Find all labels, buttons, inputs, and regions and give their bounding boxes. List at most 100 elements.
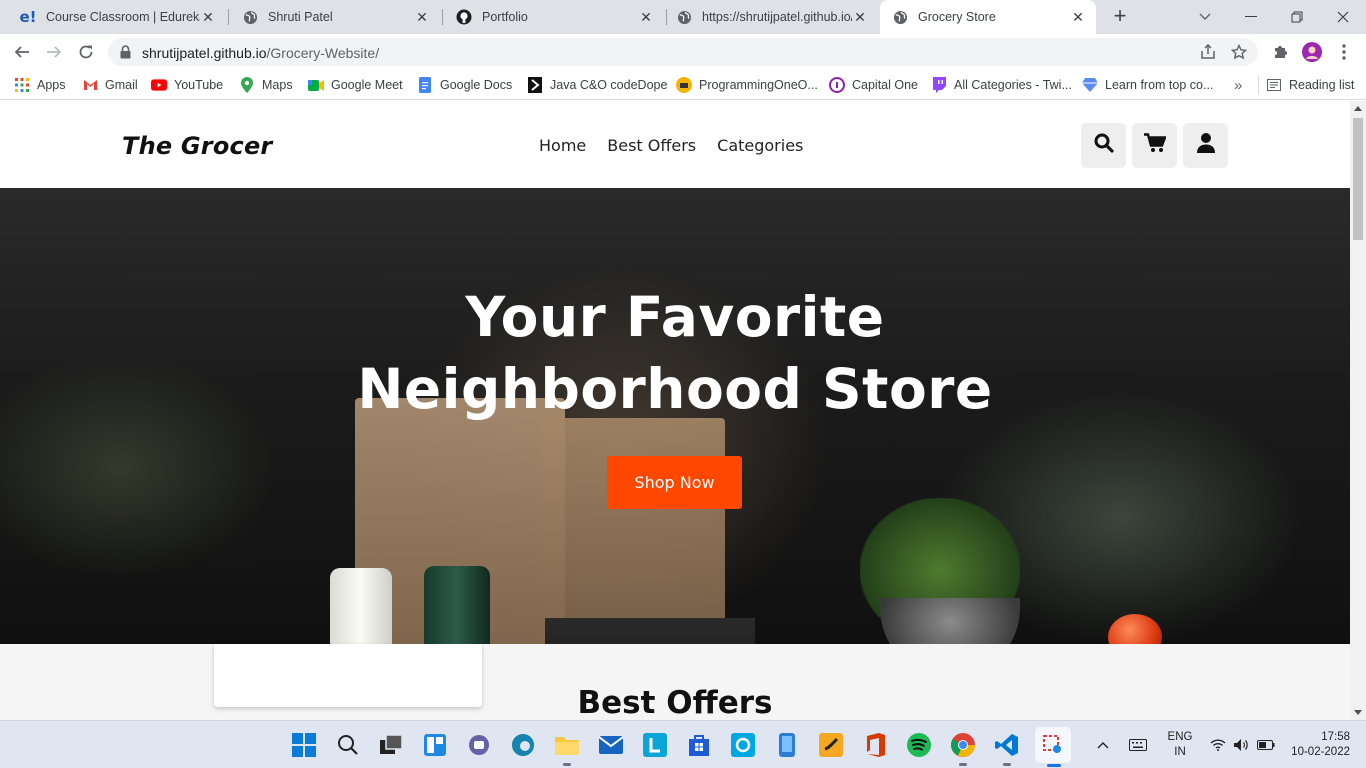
tab-title: Course Classroom | Edureka [46,10,200,24]
gmail-icon [82,77,98,93]
nav-home[interactable]: Home [539,136,586,155]
bookmark-capital-one[interactable]: Capital One [829,75,918,95]
bookmark-label: Capital One [852,78,919,92]
bookmark-youtube[interactable]: YouTube [151,75,223,95]
chrome-icon[interactable] [949,731,977,766]
close-tab-icon[interactable]: ✕ [200,9,216,25]
task-view-icon[interactable] [377,731,405,759]
tab-shruti-patel[interactable]: Shruti Patel ✕ [230,0,440,34]
hero-title: Your Favorite Neighborhood Store [0,281,1350,425]
back-arrow-icon[interactable] [10,40,34,64]
close-tab-icon[interactable]: ✕ [852,9,868,25]
nav-best-offers[interactable]: Best Offers [607,136,696,155]
bookmarks-divider [1258,76,1259,94]
running-indicator [1003,763,1011,766]
bookmark-google-docs[interactable]: Google Docs [417,75,512,95]
microsoft-store-icon[interactable] [685,731,713,759]
close-tab-icon[interactable]: ✕ [638,9,654,25]
capital-one-icon [829,77,845,93]
user-icon [1196,133,1215,158]
clock-time: 17:58 [1321,731,1350,743]
globe-icon [242,9,258,25]
bookmarks-bar: Apps Gmail YouTube Maps Google Meet Goog… [0,70,1366,100]
bookmark-learn[interactable]: Learn from top co... [1082,75,1213,95]
tab-github-pages[interactable]: https://shrutijpatel.github.io/ ✕ [664,0,878,34]
menu-kebab-icon[interactable] [1334,42,1354,62]
tab-title: https://shrutijpatel.github.io/ [702,10,852,24]
url-host: shrutijpatel.github.io [142,45,267,61]
teams-chat-icon[interactable] [465,731,493,759]
forward-arrow-icon[interactable] [42,40,66,64]
scroll-up-arrow-icon[interactable] [1354,106,1362,111]
share-icon[interactable] [1198,42,1218,62]
keyboard-icon[interactable] [1126,721,1150,768]
meet-icon [308,77,324,93]
bookmarks-overflow-chevron-icon[interactable]: » [1234,75,1242,95]
start-windows-icon[interactable] [290,731,318,759]
bookmark-twitch[interactable]: All Categories - Twi... [931,75,1072,95]
edureka-badge: e! [19,8,37,26]
bookmark-apps[interactable]: Apps [14,75,66,95]
close-tab-icon[interactable]: ✕ [414,9,430,25]
phone-link-icon[interactable] [773,731,801,759]
show-hidden-icons-chevron-icon[interactable] [1092,721,1114,768]
browser-toolbar: shrutijpatel.github.io/Grocery-Website/ [0,34,1366,70]
page-scrollbar[interactable] [1350,101,1366,720]
bookmark-google-meet[interactable]: Google Meet [308,75,403,95]
reload-icon[interactable] [74,40,98,64]
tab-search-icon[interactable] [1182,0,1228,34]
mail-icon[interactable] [597,731,625,759]
bookmark-programming[interactable]: ProgrammingOneO... [676,75,818,95]
close-window-icon[interactable] [1320,0,1366,34]
lock-icon[interactable] [120,45,131,64]
spotify-icon[interactable] [905,731,933,759]
alexa-icon[interactable] [729,731,757,759]
minimize-icon[interactable] [1228,0,1274,34]
bookmark-label: Gmail [105,78,138,92]
app-orange-icon[interactable] [817,731,845,759]
tab-grocery-store[interactable]: Grocery Store ✕ [880,0,1096,34]
new-tab-button[interactable]: + [1109,5,1131,28]
nav-categories[interactable]: Categories [717,136,803,155]
launcher-l-icon[interactable] [641,731,669,759]
address-bar[interactable]: shrutijpatel.github.io/Grocery-Website/ [108,38,1258,66]
search-icon[interactable] [334,731,362,759]
clock[interactable]: 17:58 10-02-2022 [1284,721,1354,768]
restore-icon[interactable] [1274,0,1320,34]
input-language[interactable]: ENG IN [1160,721,1200,768]
bookmark-maps[interactable]: Maps [239,75,293,95]
bookmark-star-icon[interactable] [1229,42,1249,62]
shop-now-button[interactable]: Shop Now [607,456,742,509]
cart-button[interactable] [1132,123,1177,168]
account-button[interactable] [1183,123,1228,168]
hero-banner: Your Favorite Neighborhood Store Shop No… [0,188,1350,644]
running-indicator [959,763,967,766]
widgets-icon[interactable] [421,731,449,759]
volume-icon[interactable] [1231,721,1251,768]
wifi-icon[interactable] [1208,721,1228,768]
snipping-tool-icon[interactable] [1035,727,1071,767]
tab-edureka[interactable]: e! Course Classroom | Edureka ✕ [8,0,226,34]
scrollbar-thumb[interactable] [1353,118,1363,240]
docs-icon [417,77,433,93]
battery-icon[interactable] [1255,721,1277,768]
scroll-down-arrow-icon[interactable] [1354,710,1362,715]
office-icon[interactable] [861,731,889,759]
profile-avatar[interactable] [1302,42,1322,62]
vscode-icon[interactable] [993,731,1021,766]
extensions-puzzle-icon[interactable] [1270,42,1290,62]
close-tab-icon[interactable]: ✕ [1070,9,1086,25]
bookmark-codedope[interactable]: Java C&O codeDope [527,75,667,95]
file-explorer-icon[interactable] [553,731,581,766]
edge-browser-icon[interactable] [509,731,537,759]
bookmark-label: Google Docs [440,78,513,92]
tab-title: Grocery Store [918,10,996,24]
tab-portfolio[interactable]: Portfolio ✕ [444,0,664,34]
search-button[interactable] [1081,123,1126,168]
site-header: The Grocer Home Best Offers Categories [0,101,1350,188]
site-logo[interactable]: The Grocer [122,132,272,160]
bookmark-gmail[interactable]: Gmail [82,75,138,95]
reading-list-button[interactable]: Reading list [1266,75,1354,95]
codedope-icon [527,77,543,93]
tab-title: Portfolio [482,10,528,24]
